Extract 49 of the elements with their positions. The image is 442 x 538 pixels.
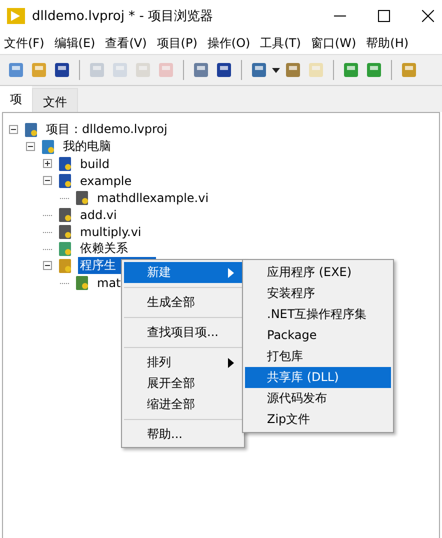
menu-item[interactable]: 文件(F) — [0, 34, 50, 52]
submenu-item[interactable]: 应用程序 (EXE) — [245, 262, 391, 283]
toolbar-icon[interactable] — [191, 60, 211, 80]
submenu-item[interactable]: .NET互操作程序集 — [245, 304, 391, 325]
submenu-item[interactable]: 源代码发布 — [245, 388, 391, 409]
window-title: dlldemo.lvproj * - 项目浏览器 — [32, 8, 214, 25]
tree-item[interactable]: mat — [95, 276, 123, 290]
context-menu-item[interactable]: 新建 — [124, 262, 242, 283]
menu-item[interactable]: 操作(O) — [203, 34, 256, 52]
tree-item[interactable]: 项目：dlldemo.lvproj — [44, 121, 170, 138]
submenu-item[interactable]: Zip文件 — [245, 409, 391, 430]
tree-item[interactable]: 我的电脑 — [61, 138, 113, 155]
expander-icon[interactable] — [43, 176, 52, 185]
submenu-item[interactable]: 打包库 — [245, 346, 391, 367]
submenu-item[interactable]: 安装程序 — [245, 283, 391, 304]
submenu-item[interactable]: 共享库 (DLL) — [245, 367, 391, 388]
maximize-icon[interactable] — [378, 10, 390, 22]
toolbar-icon[interactable] — [214, 60, 234, 80]
context-menu-item[interactable]: 生成全部 — [124, 292, 242, 313]
context-menu-item[interactable]: 展开全部 — [124, 373, 242, 394]
tree-item[interactable]: add.vi — [78, 208, 119, 222]
menu-item[interactable]: 查看(V) — [101, 34, 153, 52]
close-icon[interactable] — [422, 10, 434, 22]
submenu-item[interactable]: Package — [245, 325, 391, 346]
expander-icon[interactable] — [43, 261, 52, 270]
menu-item[interactable]: 窗口(W) — [306, 34, 362, 52]
menu-item[interactable]: 帮助(H) — [362, 34, 415, 52]
context-menu-item[interactable]: 缩进全部 — [124, 394, 242, 415]
submenu-arrow-icon — [228, 268, 234, 278]
context-menu-item[interactable]: 排列 — [124, 352, 242, 373]
context-menu-item[interactable]: 帮助... — [124, 424, 242, 445]
expander-icon[interactable] — [9, 125, 18, 134]
toolbar-icon[interactable] — [52, 60, 72, 80]
toolbar-icon[interactable] — [249, 60, 269, 80]
menu-item[interactable]: 编辑(E) — [50, 34, 102, 52]
tree-item[interactable]: build — [78, 156, 112, 170]
tab[interactable]: 文件 — [32, 88, 78, 112]
menu-item[interactable]: 项目(P) — [152, 34, 204, 52]
submenu-arrow-icon — [228, 358, 234, 368]
tree-item[interactable]: example — [78, 174, 134, 188]
tree-item[interactable]: mathdllexample.vi — [95, 190, 211, 204]
expander-icon[interactable] — [26, 142, 35, 151]
expander-icon[interactable] — [43, 159, 52, 168]
app-icon — [6, 6, 26, 26]
tab[interactable]: 项 — [0, 86, 32, 112]
tree-item[interactable]: multiply.vi — [78, 224, 144, 238]
menu-item[interactable]: 工具(T) — [256, 34, 307, 52]
context-menu-item[interactable]: 查找项目项... — [124, 322, 242, 343]
tree-item[interactable]: 依赖关系 — [78, 240, 130, 257]
